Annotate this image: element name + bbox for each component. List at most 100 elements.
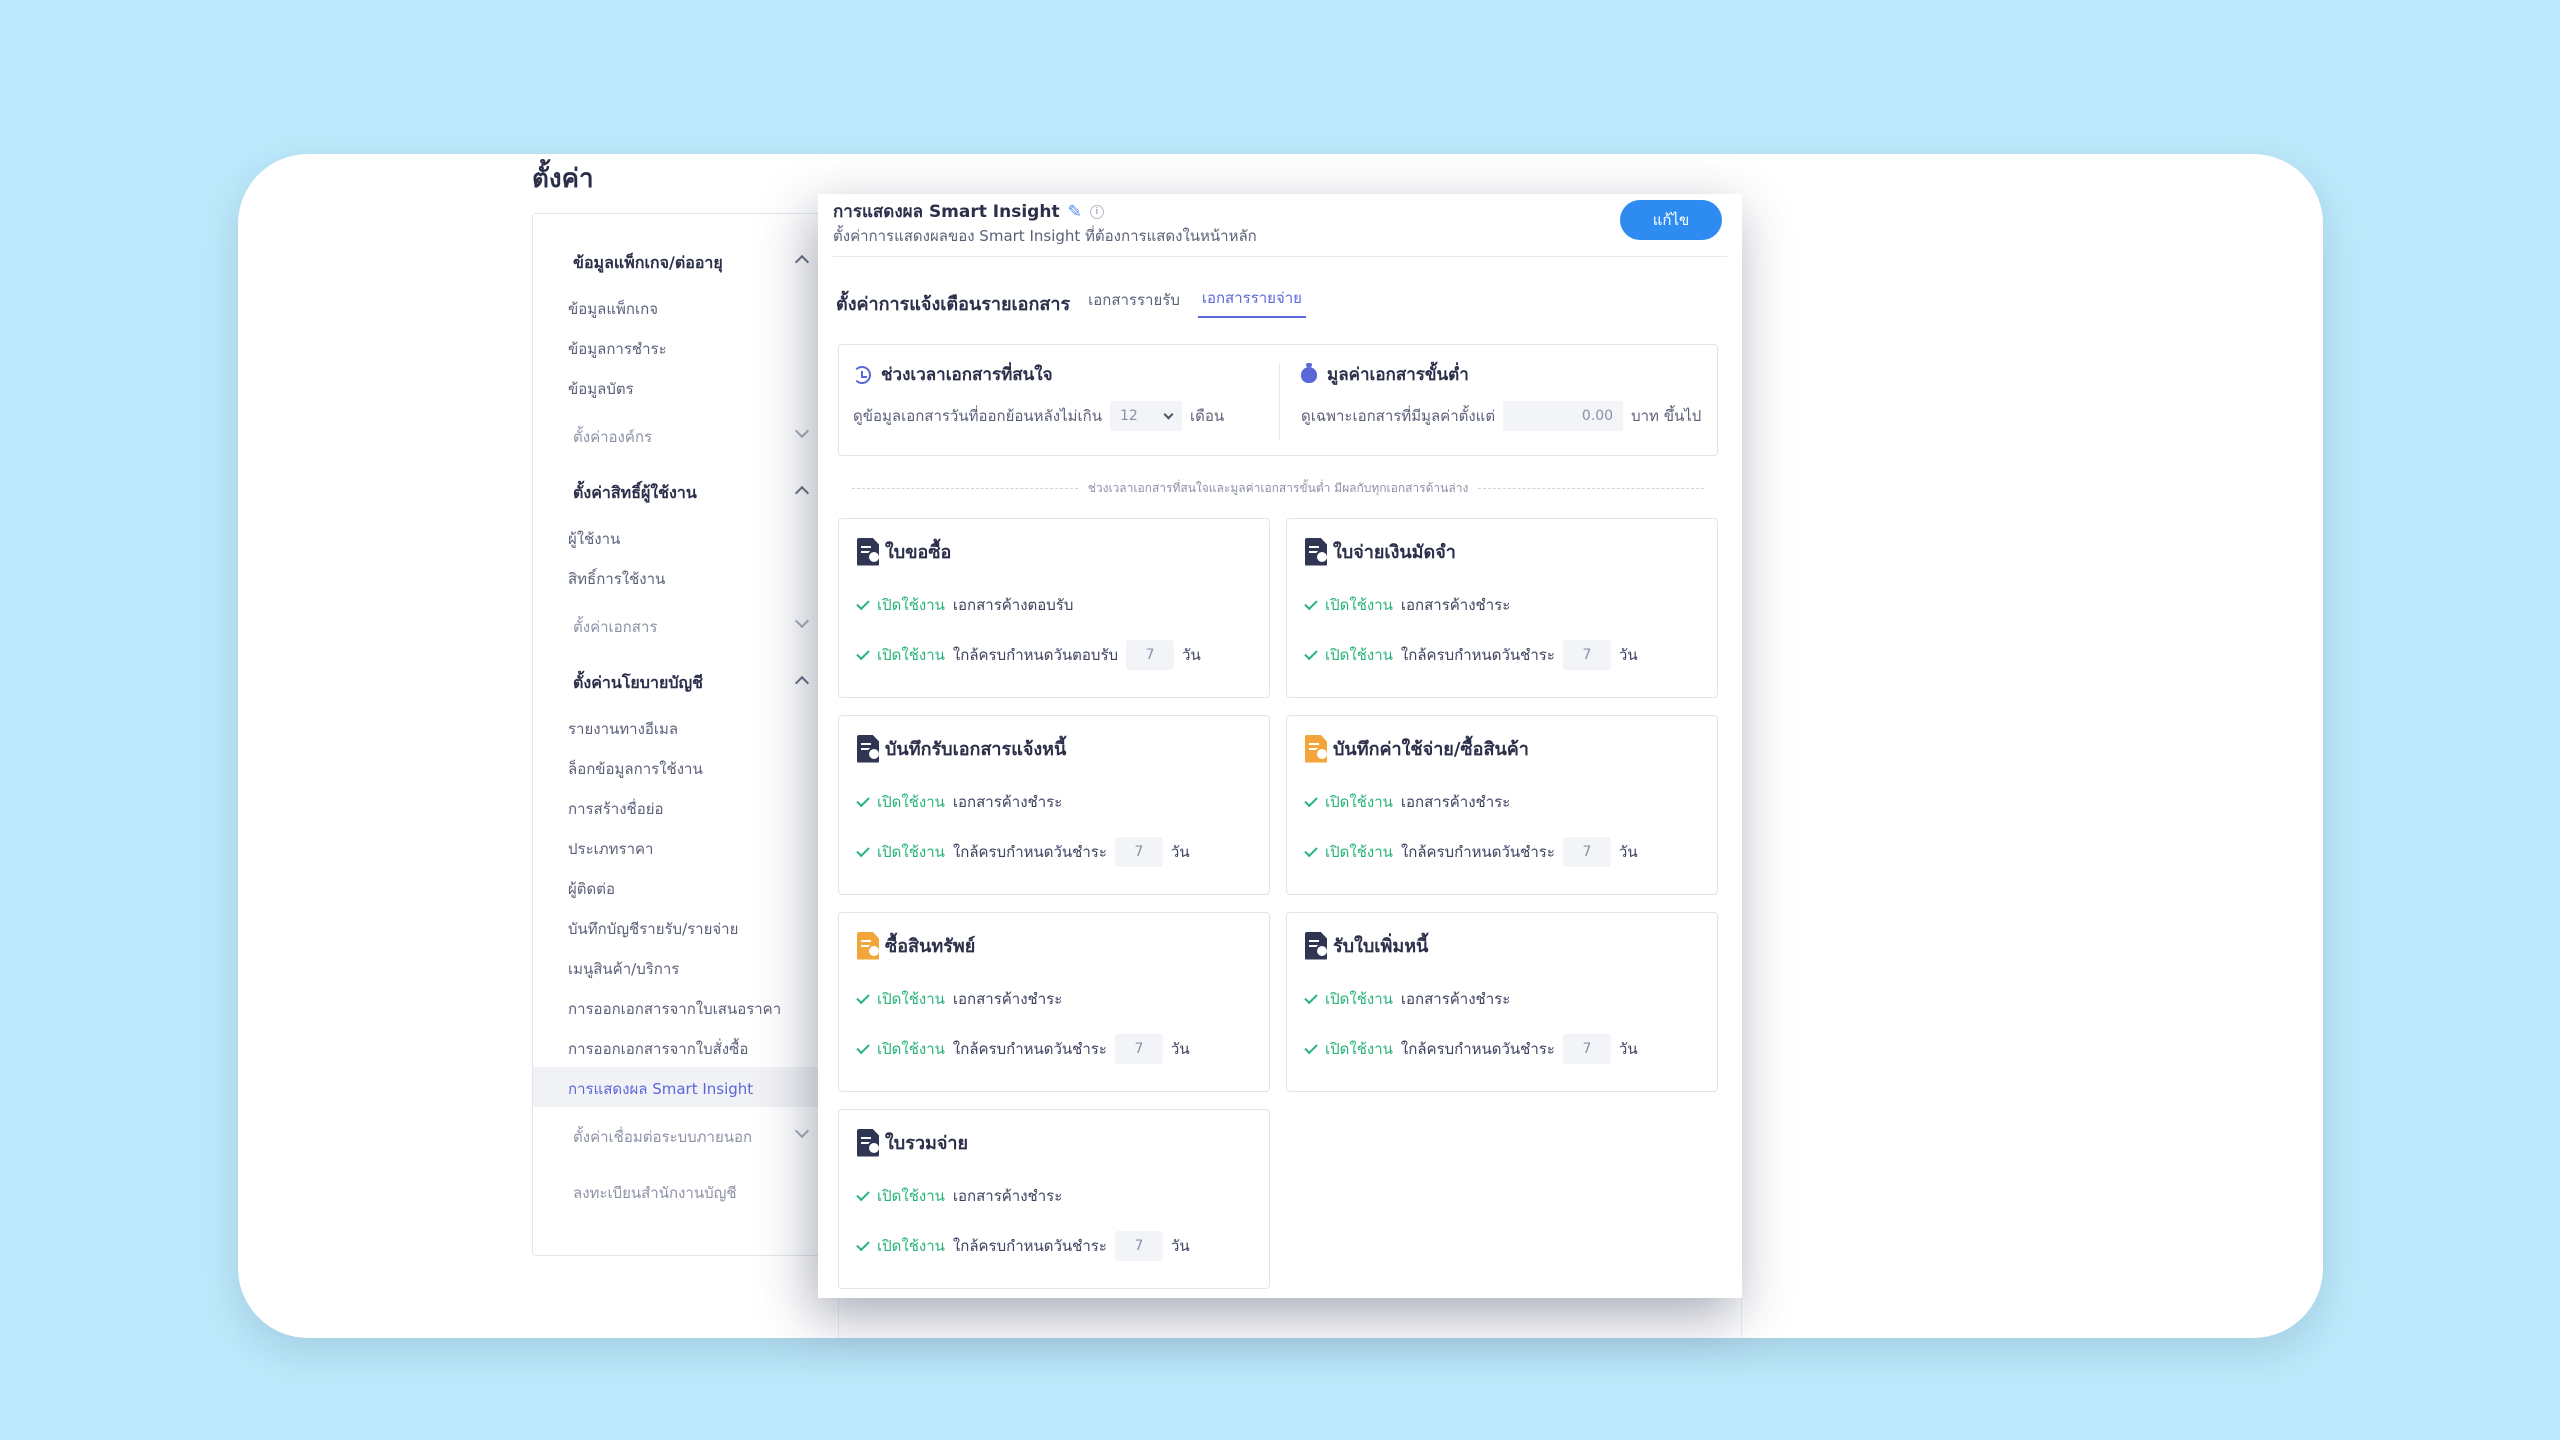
document-icon xyxy=(857,734,879,763)
status-on-label[interactable]: เปิดใช้งาน xyxy=(1325,643,1393,667)
status-on-label[interactable]: เปิดใช้งาน xyxy=(877,643,945,667)
check-icon xyxy=(1304,1040,1318,1054)
status-on-label[interactable]: เปิดใช้งาน xyxy=(1325,987,1393,1011)
document-icon xyxy=(857,1128,879,1157)
status-on-label[interactable]: เปิดใช้งาน xyxy=(1325,1037,1393,1061)
document-card: ใบจ่ายเงินมัดจำ เปิดใช้งาน เอกสารค้างชำระเ… xyxy=(1286,518,1718,698)
check-icon xyxy=(1304,990,1318,1004)
due-soon-label: ใกล้ครบกำหนดวันชำระ xyxy=(1400,1040,1555,1058)
status-on-label[interactable]: เปิดใช้งาน xyxy=(877,987,945,1011)
tab-income-documents[interactable]: เอกสารรายรับ xyxy=(1084,288,1184,318)
check-icon xyxy=(856,646,870,660)
status-on-label[interactable]: เปิดใช้งาน xyxy=(1325,593,1393,617)
status-on-label[interactable]: เปิดใช้งาน xyxy=(877,1184,945,1208)
document-card-header: บันทึกค่าใช้จ่าย/ซื้อสินค้า xyxy=(1305,734,1529,763)
due-soon-row: เปิดใช้งาน ใกล้ครบกำหนดวันชำระ 7 วัน xyxy=(856,1034,1190,1064)
due-soon-row: เปิดใช้งาน ใกล้ครบกำหนดวันชำระ 7 วัน xyxy=(856,837,1190,867)
check-icon xyxy=(856,596,870,610)
period-label: ดูข้อมูลเอกสารวันที่ออกย้อนหลังไม่เกิน xyxy=(853,407,1102,425)
check-icon xyxy=(856,1040,870,1054)
sidebar-item-contacts[interactable]: ผู้ติดต่อ xyxy=(568,877,615,901)
outstanding-label: เอกสารค้างตอบรับ xyxy=(952,596,1074,614)
day-unit: วัน xyxy=(1170,843,1190,861)
smart-insight-panel: การแสดงผล Smart Insight ✎ i ตั้งค่าการแส… xyxy=(818,194,1742,1298)
due-soon-label: ใกล้ครบกำหนดวันชำระ xyxy=(952,843,1107,861)
document-card: บันทึกรับเอกสารแจ้งหนี้เปิดใช้งาน เอกสารค… xyxy=(838,715,1270,895)
document-icon xyxy=(857,537,879,566)
chevron-up-icon[interactable] xyxy=(794,485,810,501)
days-input[interactable]: 7 xyxy=(1126,640,1175,670)
outstanding-label: เอกสารค้างชำระ xyxy=(1400,596,1511,614)
outstanding-label: เอกสารค้างชำระ xyxy=(1400,793,1511,811)
chevron-up-icon[interactable] xyxy=(794,675,810,691)
days-input[interactable]: 7 xyxy=(1562,1034,1611,1064)
due-soon-row: เปิดใช้งาน ใกล้ครบกำหนดวันชำระ 7 วัน xyxy=(1304,1034,1638,1064)
status-on-label[interactable]: เปิดใช้งาน xyxy=(877,1037,945,1061)
outstanding-row: เปิดใช้งาน เอกสารค้างชำระ xyxy=(856,987,1062,1011)
outstanding-label: เอกสารค้างชำระ xyxy=(952,793,1063,811)
days-input[interactable]: 7 xyxy=(1562,640,1611,670)
sidebar-item-payment-info[interactable]: ข้อมูลการชำระ xyxy=(568,337,667,361)
minimum-title-text: มูลค่าเอกสารขั้นต่ำ xyxy=(1327,365,1469,385)
document-card-header: บันทึกรับเอกสารแจ้งหนี้ xyxy=(857,734,1066,763)
due-soon-label: ใกล้ครบกำหนดวันชำระ xyxy=(952,1237,1107,1255)
sidebar-section-organization[interactable]: ตั้งค่าองค์กร xyxy=(573,425,652,449)
due-soon-row: เปิดใช้งาน ใกล้ครบกำหนดวันชำระ 7 วัน xyxy=(856,1231,1190,1261)
sidebar-item-package-info[interactable]: ข้อมูลแพ็กเกจ xyxy=(568,297,658,321)
sidebar-item-card-info[interactable]: ข้อมูลบัตร xyxy=(568,377,634,401)
sidebar-section-documents[interactable]: ตั้งค่าเอกสาร xyxy=(573,615,657,639)
sidebar-section-user-rights[interactable]: ตั้งค่าสิทธิ์ผู้ใช้งาน xyxy=(573,481,697,506)
tab-expense-documents[interactable]: เอกสารรายจ่าย xyxy=(1197,286,1306,318)
days-input[interactable]: 7 xyxy=(1114,1034,1163,1064)
filter-settings-card: ช่วงเวลาเอกสารที่สนใจ ดูข้อมูลเอกสารวันท… xyxy=(838,344,1718,456)
sidebar-section-package[interactable]: ข้อมูลแพ็กเกจ/ต่ออายุ xyxy=(573,251,723,276)
minimum-amount-input[interactable]: 0.00 xyxy=(1503,401,1624,431)
days-input[interactable]: 7 xyxy=(1114,837,1163,867)
sidebar-item-product-menu[interactable]: เมนูสินค้า/บริการ xyxy=(568,957,679,981)
chevron-down-icon xyxy=(1163,409,1174,419)
edit-button[interactable]: แก้ไข xyxy=(1620,200,1722,240)
chevron-down-icon[interactable] xyxy=(794,423,810,439)
status-on-label[interactable]: เปิดใช้งาน xyxy=(877,593,945,617)
days-input[interactable]: 7 xyxy=(1562,837,1611,867)
check-icon xyxy=(856,793,870,807)
outstanding-row: เปิดใช้งาน เอกสารค้างชำระ xyxy=(856,1184,1062,1208)
days-input[interactable]: 7 xyxy=(1114,1231,1163,1261)
info-icon[interactable]: i xyxy=(1089,204,1104,219)
due-soon-row: เปิดใช้งาน ใกล้ครบกำหนดวันชำระ 7 วัน xyxy=(1304,837,1638,867)
document-icon xyxy=(1305,931,1327,960)
outstanding-row: เปิดใช้งาน เอกสารค้างชำระ xyxy=(856,790,1063,814)
sidebar-item-permissions[interactable]: สิทธิ์การใช้งาน xyxy=(568,567,665,591)
sidebar-item-smart-insight[interactable]: การแสดงผล Smart Insight xyxy=(568,1077,753,1101)
outstanding-row: เปิดใช้งาน เอกสารค้างชำระ xyxy=(1304,987,1510,1011)
document-card-header: รับใบเพิ่มหนี้ xyxy=(1305,931,1428,960)
check-icon xyxy=(1304,646,1318,660)
sidebar-item-income-expense[interactable]: บันทึกบัญชีรายรับ/รายจ่าย xyxy=(568,917,738,941)
chevron-down-icon[interactable] xyxy=(794,613,810,629)
status-on-label[interactable]: เปิดใช้งาน xyxy=(877,840,945,864)
status-on-label[interactable]: เปิดใช้งาน xyxy=(877,1234,945,1258)
sidebar-item-email-report[interactable]: รายงานทางอีเมล xyxy=(568,717,678,741)
chevron-up-icon[interactable] xyxy=(794,254,810,270)
sidebar-item-price-type[interactable]: ประเภทราคา xyxy=(568,837,653,861)
sidebar-section-accounting-office[interactable]: ลงทะเบียนสำนักงานบัญชี xyxy=(573,1181,737,1205)
filter-note-text: ช่วงเวลาเอกสารที่สนใจและมูลค่าเอกสารขั้น… xyxy=(1087,480,1469,495)
status-on-label[interactable]: เปิดใช้งาน xyxy=(1325,840,1393,864)
sidebar-item-from-quotation[interactable]: การออกเอกสารจากใบเสนอราคา xyxy=(568,997,781,1021)
sidebar-item-users[interactable]: ผู้ใช้งาน xyxy=(568,527,620,551)
status-on-label[interactable]: เปิดใช้งาน xyxy=(877,790,945,814)
status-on-label[interactable]: เปิดใช้งาน xyxy=(1325,790,1393,814)
sidebar-section-integrations[interactable]: ตั้งค่าเชื่อมต่อระบบภายนอก xyxy=(573,1125,752,1149)
sidebar-item-activity-log[interactable]: ล็อกข้อมูลการใช้งาน xyxy=(568,757,703,781)
minimum-label: ดูเฉพาะเอกสารที่มีมูลค่าตั้งแต่ xyxy=(1301,407,1496,425)
document-card-header: ใบรวมจ่าย xyxy=(857,1128,968,1157)
sidebar-section-accounting-policy[interactable]: ตั้งค่านโยบายบัญชี xyxy=(573,671,703,696)
sidebar-item-abbreviation[interactable]: การสร้างชื่อย่อ xyxy=(568,797,664,821)
months-select[interactable]: 12 xyxy=(1109,401,1182,431)
chevron-down-icon[interactable] xyxy=(794,1123,810,1139)
document-icon xyxy=(1305,734,1327,763)
day-unit: วัน xyxy=(1618,843,1638,861)
outstanding-row: เปิดใช้งาน เอกสารค้างชำระ xyxy=(1304,790,1511,814)
sidebar-item-from-purchase-order[interactable]: การออกเอกสารจากใบสั่งซื้อ xyxy=(568,1037,748,1061)
document-card: ใบรวมจ่าย เปิดใช้งาน เอกสารค้างชำระ เปิดใช้… xyxy=(838,1109,1270,1289)
